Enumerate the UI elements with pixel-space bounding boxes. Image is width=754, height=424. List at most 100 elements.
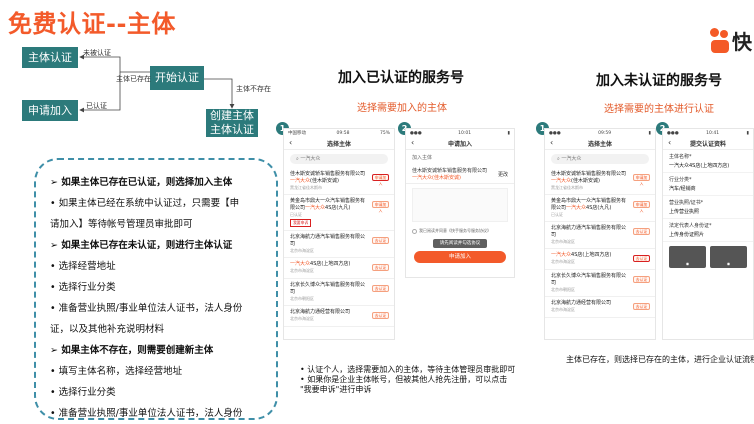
instructions-panel: ➢ 如果主体已存在已认证，则选择加入主体 • 如果主体已经在系统中认证过，只需要【… bbox=[34, 158, 278, 420]
entity-address: 北京市朝阳区 bbox=[290, 296, 314, 301]
upload-row: ◉ ◉ bbox=[663, 242, 753, 272]
carrier: ●●● bbox=[410, 130, 422, 136]
form-row[interactable]: 法定代表人身份证* 上传身份证照片 bbox=[663, 219, 753, 242]
entity-action-button[interactable]: 申请加入 bbox=[633, 201, 650, 213]
flow-label-not-certified: 未被认证 bbox=[83, 49, 111, 57]
create-entity-line1: 创建主体 bbox=[210, 109, 254, 123]
time: 10:01 bbox=[458, 130, 472, 136]
create-entity-line2: 主体认证 bbox=[210, 123, 254, 136]
entity-action-button[interactable]: 申请加入 bbox=[372, 201, 389, 213]
entity-name-suffix: 4S店(上地四方店) bbox=[310, 261, 351, 267]
carrier: ●●● bbox=[549, 130, 561, 136]
search-input[interactable]: ⌕ 一汽大众 bbox=[290, 154, 388, 164]
appeal-link[interactable]: 我要申诉 bbox=[290, 219, 312, 227]
back-icon[interactable]: ‹ bbox=[411, 138, 414, 147]
back-icon[interactable]: ‹ bbox=[668, 138, 671, 147]
phone-submit-cert: ●●● 10:41 ▮ ‹ 提交认证资料 主体名称* 一汽大众4S店(上地四方店)… bbox=[662, 128, 754, 340]
flow-label-certified: 已认证 bbox=[86, 102, 107, 110]
apply-join-button[interactable]: 申请加入 bbox=[414, 251, 506, 263]
instruction-line: 请加入】等待帐号管理员审批即可 bbox=[50, 219, 193, 230]
entity-list-item[interactable]: 北京长久博众汽车销售服务有限公司 北京市朝阳区 去认证 bbox=[284, 279, 394, 306]
entity-name-highlight: 一汽大众 bbox=[551, 252, 572, 258]
back-icon[interactable]: ‹ bbox=[550, 138, 553, 147]
section-certified-title: 加入已认证的服务号 bbox=[338, 70, 464, 86]
entity-action-button[interactable]: 申请加入 bbox=[372, 174, 389, 186]
entity-action-button[interactable]: 去认证 bbox=[372, 264, 389, 271]
agreement-text: 我已阅读并同意《快手服务号服务协议》 bbox=[419, 228, 491, 233]
entity-action-button[interactable]: 去认证 bbox=[372, 312, 389, 319]
flow-start-cert-box: 开始认证 bbox=[150, 66, 204, 90]
kuaishou-logo: 快 bbox=[710, 26, 752, 55]
back-icon[interactable]: ‹ bbox=[289, 138, 292, 147]
certified-note-3: "我要申诉"进行申诉 bbox=[300, 385, 372, 394]
battery: 75% bbox=[379, 130, 390, 136]
search-input[interactable]: ⌕ 一汽大众 bbox=[551, 154, 649, 164]
entity-list-item[interactable]: 北京海航力通汽车销售服务有限公司 北京市海淀区 去认证 bbox=[545, 222, 655, 249]
status-bar: ●●● 10:01 ▮ bbox=[406, 129, 514, 137]
status-bar: 中国移动 09:58 75% bbox=[284, 129, 394, 137]
agreement-row[interactable]: 我已阅读并同意《快手服务号服务协议》 bbox=[406, 226, 514, 236]
nav-title: 选择主体 bbox=[587, 140, 612, 148]
entity-list-item[interactable]: 北京海航力通汽车销售服务有限公司 北京市海淀区 去认证 bbox=[284, 231, 394, 258]
entity-list-item[interactable]: 一汽大众4S店(上地四方店) 北京市海淀区 去认证 bbox=[545, 249, 655, 270]
form-label: 营业执照/证书* bbox=[669, 200, 704, 206]
status-bar: ●●● 09:59 ▮ bbox=[545, 129, 655, 137]
entity-action-button[interactable]: 去认证 bbox=[633, 228, 650, 235]
logo-text: 快 bbox=[732, 30, 752, 54]
nav-title: 选择主体 bbox=[326, 140, 351, 148]
section-label: 加入主体 bbox=[412, 155, 433, 161]
entity-list-item[interactable]: 佳木斯安诚轿车销售服务有限公司一汽大众(佳木斯安诚) 黑龙江省佳木斯市 申请加入 bbox=[284, 168, 394, 195]
entity-address: 已认证 bbox=[551, 212, 563, 217]
form-label: 法定代表人身份证* bbox=[669, 223, 712, 229]
toast: 请先阅读并勾选协议 bbox=[433, 239, 487, 248]
nav-bar: ‹ 申请加入 bbox=[406, 137, 514, 150]
entity-action-button[interactable]: 去认证 bbox=[633, 255, 650, 262]
entity-list-item[interactable]: 黄金岛市鼎大一众汽车销售服务有限公司一汽大众4S店(九凡) 已认证 我要申诉 申请加入 bbox=[284, 195, 394, 231]
phone-select-entity-uncertified: ●●● 09:59 ▮ ‹ 选择主体 ⌕ 一汽大众 佳木斯安诚轿车销售服务有限公… bbox=[544, 128, 656, 340]
entity-action-button[interactable]: 申请加入 bbox=[633, 174, 650, 186]
entity-address: 已认证 bbox=[290, 212, 302, 217]
instruction-line: ➢ 如果主体不存在，则需要创建新主体 bbox=[50, 345, 214, 356]
form-row[interactable]: 行业分类* 汽车/经销商 bbox=[663, 173, 753, 196]
search-value: 一汽大众 bbox=[300, 156, 321, 162]
form-label: 主体名称* bbox=[669, 154, 692, 160]
entity-action-button[interactable]: 去认证 bbox=[372, 237, 389, 244]
entity-action-button[interactable]: 去认证 bbox=[633, 303, 650, 310]
entity-name-text: 北京海航力通经营有限公司 bbox=[551, 300, 612, 306]
carrier: 中国移动 bbox=[288, 131, 306, 136]
instruction-line: • 选择行业分类 bbox=[50, 282, 116, 293]
flow-create-entity-box: 创建主体 主体认证 bbox=[206, 109, 258, 137]
carrier: ●●● bbox=[667, 130, 679, 136]
entity-list-item[interactable]: 北京海航力通经营有限公司 北京市海淀区 去认证 bbox=[545, 297, 655, 318]
form-value: 一汽大众4S店(上地四方店) bbox=[669, 163, 730, 169]
search-value: 一汽大众 bbox=[561, 156, 582, 162]
entity-list-item[interactable]: 佳木斯安诚轿车销售服务有限公司一汽大众(佳木斯安诚) 黑龙江省佳木斯市 申请加入 bbox=[545, 168, 655, 195]
agreement-checkbox[interactable] bbox=[412, 228, 417, 234]
time: 10:41 bbox=[706, 130, 720, 136]
change-link[interactable]: 更改 bbox=[498, 171, 508, 178]
entity-name-highlight: 一汽大众 bbox=[290, 261, 311, 267]
entity-action-button[interactable]: 去认证 bbox=[633, 276, 650, 283]
entity-list-item[interactable]: 北京长久博众汽车销售服务有限公司 北京市朝阳区 去认证 bbox=[545, 270, 655, 297]
kuaishou-logo-icon bbox=[710, 27, 730, 54]
phone-select-entity: 中国移动 09:58 75% ‹ 选择主体 ⌕ 一汽大众 佳木斯安诚轿车销售服务… bbox=[283, 128, 395, 340]
form-row[interactable]: 主体名称* 一汽大众4S店(上地四方店) bbox=[663, 150, 753, 173]
entity-list-item[interactable]: 北京海航力通经营有限公司 北京市海淀区 去认证 bbox=[284, 306, 394, 327]
entity-name-text: 北京海航力通汽车销售服务有限公司 bbox=[551, 225, 627, 238]
entity-list-item[interactable]: 一汽大众4S店(上地四方店) 北京市海淀区 去认证 bbox=[284, 258, 394, 279]
entity-name-highlight: 一汽大众 bbox=[305, 205, 326, 211]
entity-action-button[interactable]: 去认证 bbox=[372, 285, 389, 292]
section-certified-notes: • 认证个人，选择需要加入的主体，等待主体管理员审批即可 • 如果你是企业主体帐… bbox=[300, 365, 515, 395]
info-block bbox=[412, 188, 508, 222]
upload-id-front[interactable]: ◉ bbox=[669, 246, 706, 268]
nav-title: 申请加入 bbox=[447, 140, 472, 148]
battery: ▮ bbox=[507, 130, 510, 136]
entity-name-text: 北京海航力通经营有限公司 bbox=[290, 309, 351, 315]
upload-id-back[interactable]: ◉ bbox=[710, 246, 747, 268]
entity-name-text: 佳木斯安诚轿车销售服务有限公司 bbox=[290, 171, 366, 177]
entity-list-item[interactable]: 黄金岛市鼎大一众汽车销售服务有限公司一汽大众4S店(九凡) 已认证 申请加入 bbox=[545, 195, 655, 222]
flow-label-entity-exists: 主体已存在 bbox=[116, 75, 151, 83]
entity-address: 北京市海淀区 bbox=[290, 248, 314, 253]
status-bar: ●●● 10:41 ▮ bbox=[663, 129, 753, 137]
form-row[interactable]: 营业执照/证书* 上传营业执照 bbox=[663, 196, 753, 219]
